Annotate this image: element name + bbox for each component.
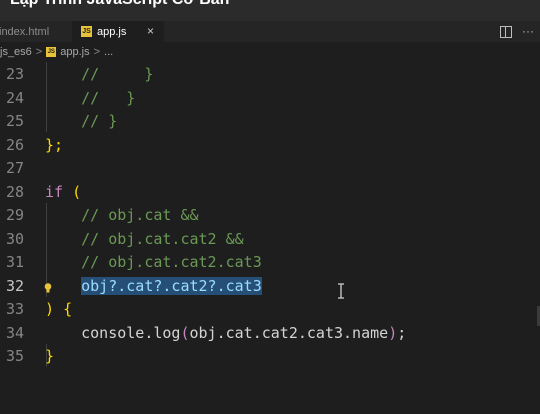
breadcrumb: js_es6 > JS app.js > ... xyxy=(0,42,540,62)
code-line[interactable]: 26}; xyxy=(0,134,540,158)
code-token: }; xyxy=(45,135,64,154)
code-token: // obj.cat.cat2.cat3 xyxy=(45,253,262,271)
line-number: 33 xyxy=(5,300,24,318)
code-token: // } xyxy=(45,112,118,130)
line-code: // obj.cat.cat2.cat3 xyxy=(45,251,262,275)
code-line[interactable]: 35} xyxy=(0,345,540,369)
window-titlebar: Lập Trình JavaScript Cơ Bản xyxy=(0,0,540,21)
tab-bar: index.html JS app.js × ··· xyxy=(0,21,540,42)
code-line[interactable]: 33) { xyxy=(0,298,540,322)
breadcrumb-file[interactable]: app.js xyxy=(60,46,89,58)
selected-text: obj?.cat?.cat2?.cat3 xyxy=(81,276,262,295)
close-icon[interactable]: × xyxy=(147,24,154,38)
code-line[interactable]: 24 // } xyxy=(0,87,540,111)
lightbulb-icon[interactable] xyxy=(44,283,52,293)
line-code: // } xyxy=(45,110,117,134)
line-number: 30 xyxy=(5,229,24,248)
line-code: // } xyxy=(45,63,153,87)
tab-app-js[interactable]: JS app.js × xyxy=(72,21,164,42)
code-line[interactable]: 23 // } xyxy=(0,63,540,87)
line-number: 26 xyxy=(5,135,24,154)
code-token: } xyxy=(45,347,55,365)
code-token: obj.cat.cat2.cat3.name xyxy=(189,323,389,342)
line-number: 24 xyxy=(5,88,24,107)
code-token: // } xyxy=(45,88,136,107)
line-number: 25 xyxy=(5,112,24,130)
editor-actions: ··· xyxy=(500,24,534,38)
tab-index-html[interactable]: index.html xyxy=(0,21,72,42)
line-number: 27 xyxy=(5,159,24,177)
split-editor-icon[interactable] xyxy=(500,26,512,38)
line-number: 34 xyxy=(5,323,24,342)
more-actions-icon[interactable]: ··· xyxy=(522,24,534,38)
js-file-icon: JS xyxy=(46,47,57,57)
code-token: ( xyxy=(180,323,190,342)
window-title: Lập Trình JavaScript Cơ Bản xyxy=(10,0,229,9)
code-token: ) xyxy=(388,323,398,342)
code-token: // } xyxy=(45,65,154,83)
code-line[interactable]: 27 xyxy=(0,157,540,181)
line-number: 35 xyxy=(5,347,24,365)
breadcrumb-folder[interactable]: js_es6 xyxy=(0,46,32,58)
code-token: ; xyxy=(397,323,407,342)
line-number: 23 xyxy=(5,65,24,83)
code-token: if xyxy=(45,182,64,201)
line-number: 28 xyxy=(5,182,24,201)
breadcrumb-symbol[interactable]: ... xyxy=(104,46,113,58)
code-line[interactable]: 28 if ( xyxy=(0,181,540,205)
line-code: } xyxy=(45,345,54,369)
code-line[interactable]: 34 console.log(obj.cat.cat2.cat3.name); xyxy=(0,322,540,346)
code-token: // obj.cat && xyxy=(45,206,199,224)
tab-label: app.js xyxy=(97,25,127,38)
line-number: 32 xyxy=(5,276,24,295)
line-code: // } xyxy=(45,87,135,111)
js-file-icon: JS xyxy=(81,26,92,37)
code-line[interactable]: 29 // obj.cat && xyxy=(0,204,540,228)
line-code: // obj.cat && xyxy=(45,204,199,228)
line-code: }; xyxy=(45,134,63,158)
text-cursor-icon xyxy=(338,283,344,299)
code-token: console.log xyxy=(45,323,181,342)
line-code: ) { xyxy=(45,298,72,322)
breadcrumb-separator: > xyxy=(93,46,101,58)
code-line[interactable]: 32 obj?.cat?.cat2?.cat3 xyxy=(0,275,540,299)
code-token: ( xyxy=(72,182,82,201)
line-code: // obj.cat.cat2 && xyxy=(45,228,244,252)
line-code: if ( xyxy=(45,181,81,205)
code-line[interactable]: 31 // obj.cat.cat2.cat3 xyxy=(0,251,540,275)
code-editor[interactable]: 23 // } 24 // } 25 // } 26}; 27 28 if (29 // o… xyxy=(0,62,540,414)
line-code: obj?.cat?.cat2?.cat3 xyxy=(45,275,262,299)
line-number: 29 xyxy=(5,206,24,224)
code-token: { xyxy=(63,300,73,318)
line-number: 31 xyxy=(5,253,24,271)
code-token: ) xyxy=(45,300,55,318)
code-line[interactable]: 25 // } xyxy=(0,110,540,134)
breadcrumb-separator: > xyxy=(35,46,43,58)
code-token: // obj.cat.cat2 && xyxy=(45,229,244,248)
code-line[interactable]: 30 // obj.cat.cat2 && xyxy=(0,228,540,252)
line-code: console.log(obj.cat.cat2.cat3.name); xyxy=(45,322,406,346)
tab-label: index.html xyxy=(0,25,50,38)
